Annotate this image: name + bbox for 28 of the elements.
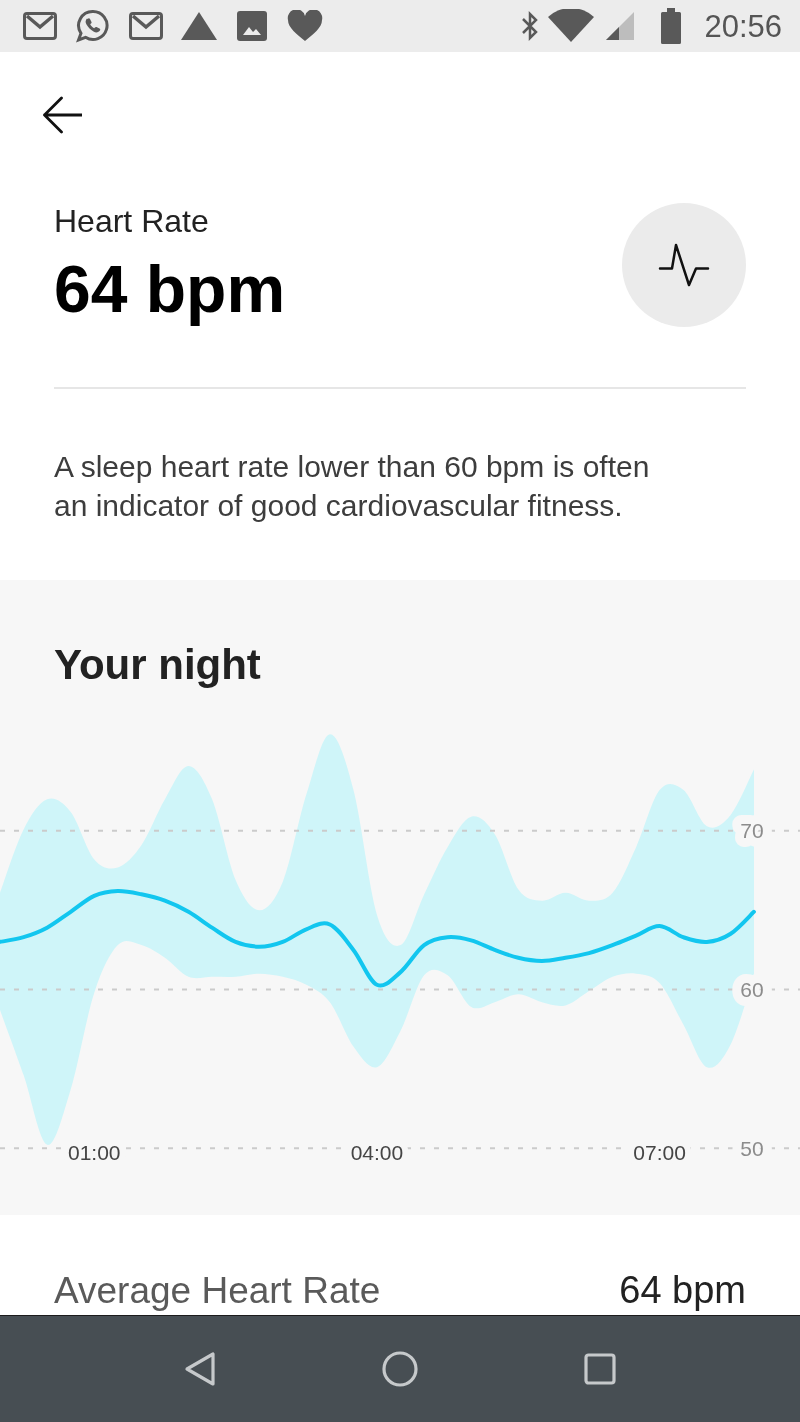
image-icon (236, 11, 267, 41)
description-text: A sleep heart rate lower than 60 bpm is often an indicator of good cardiovascular fitness. (54, 448, 651, 524)
y-axis-label: 70 (740, 819, 764, 843)
summary-label: Average Heart Rate (54, 1271, 381, 1309)
triangle-icon (184, 1351, 216, 1387)
y-axis-label: 60 (740, 978, 764, 1002)
phone-bubble-icon (75, 9, 110, 43)
heart-icon (286, 10, 323, 42)
x-axis-label: 04:00 (350, 1140, 404, 1164)
back-button[interactable] (41, 95, 83, 135)
wifi-icon (547, 9, 596, 43)
x-axis-label: 01:00 (67, 1140, 121, 1164)
signal-icon (605, 11, 636, 41)
metric-label: Heart Rate (54, 203, 209, 240)
triangle-icon (179, 11, 218, 41)
section-title: Your night (54, 640, 261, 689)
y-axis-label: 50 (740, 1136, 764, 1160)
envelope-icon (128, 12, 163, 40)
circle-icon (382, 1351, 418, 1387)
square-icon (584, 1353, 616, 1385)
battery-icon (661, 8, 682, 44)
summary-value: 64 bpm (619, 1270, 746, 1309)
back-arrow-icon (42, 96, 82, 134)
x-axis-label: 07:00 (633, 1140, 686, 1164)
envelope-icon (22, 12, 57, 40)
metric-value: 64 bpm (54, 251, 286, 328)
status-time: 20:56 (704, 10, 782, 42)
heartbeat-icon (622, 203, 746, 328)
